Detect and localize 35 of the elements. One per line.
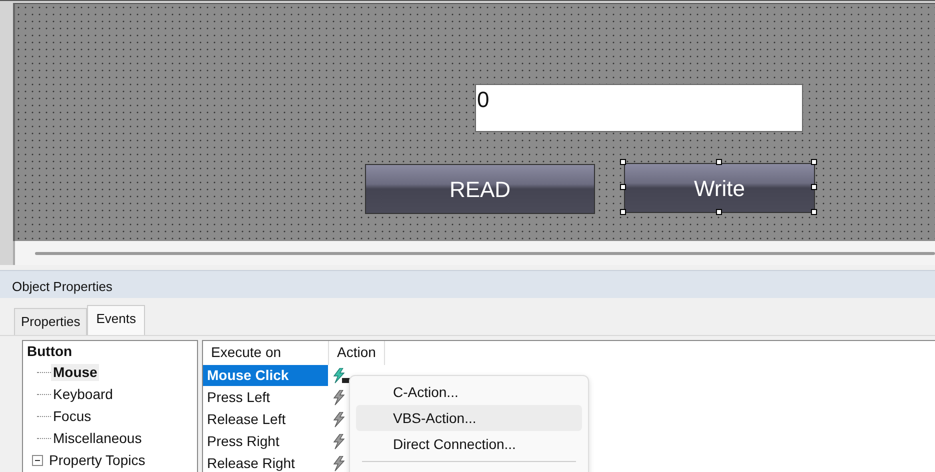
selection-handle[interactable] (811, 159, 817, 165)
vbs-lightning-icon[interactable] (332, 368, 350, 384)
selection-handle[interactable] (620, 159, 626, 165)
tree-item[interactable]: Focus (51, 408, 94, 425)
event-row[interactable]: Press Right (203, 431, 328, 452)
scrollbar[interactable] (35, 252, 935, 254)
column-header[interactable]: Action (329, 340, 385, 364)
tree-item[interactable]: Property Topics (47, 452, 148, 469)
canvas-button[interactable]: Write (624, 163, 815, 213)
event-row[interactable]: Mouse Click (203, 365, 328, 386)
lightning-icon[interactable] (332, 412, 346, 428)
lightning-icon[interactable] (332, 456, 346, 472)
selection-handle[interactable] (811, 209, 817, 215)
event-row[interactable]: Release Left (203, 409, 328, 430)
selection-handle[interactable] (620, 209, 626, 215)
tree-root[interactable]: Button (27, 342, 193, 362)
lightning-icon[interactable] (332, 390, 346, 406)
event-row[interactable]: Release Right (203, 453, 328, 472)
menu-item[interactable]: VBS-Action... (356, 404, 582, 430)
lightning-icon[interactable] (332, 434, 346, 450)
tab[interactable]: Properties (14, 308, 88, 334)
selection-handle[interactable] (620, 184, 626, 190)
tab[interactable]: Events (87, 305, 145, 334)
tree-item[interactable]: Miscellaneous (51, 430, 144, 447)
tree-item[interactable]: Keyboard (51, 386, 115, 403)
event-row[interactable]: Press Left (203, 387, 328, 408)
panel-title: Object Properties (0, 270, 935, 298)
canvas-button[interactable]: READ (365, 164, 595, 214)
selection-handle[interactable] (716, 159, 722, 165)
menu-item[interactable]: Direct Connection... (356, 430, 582, 456)
selection-handle[interactable] (811, 184, 817, 190)
menu-item[interactable]: C-Action... (356, 378, 582, 404)
tree-item[interactable]: Mouse (51, 364, 100, 381)
io-field[interactable]: 0 (475, 84, 803, 132)
collapse-icon[interactable] (32, 455, 43, 466)
